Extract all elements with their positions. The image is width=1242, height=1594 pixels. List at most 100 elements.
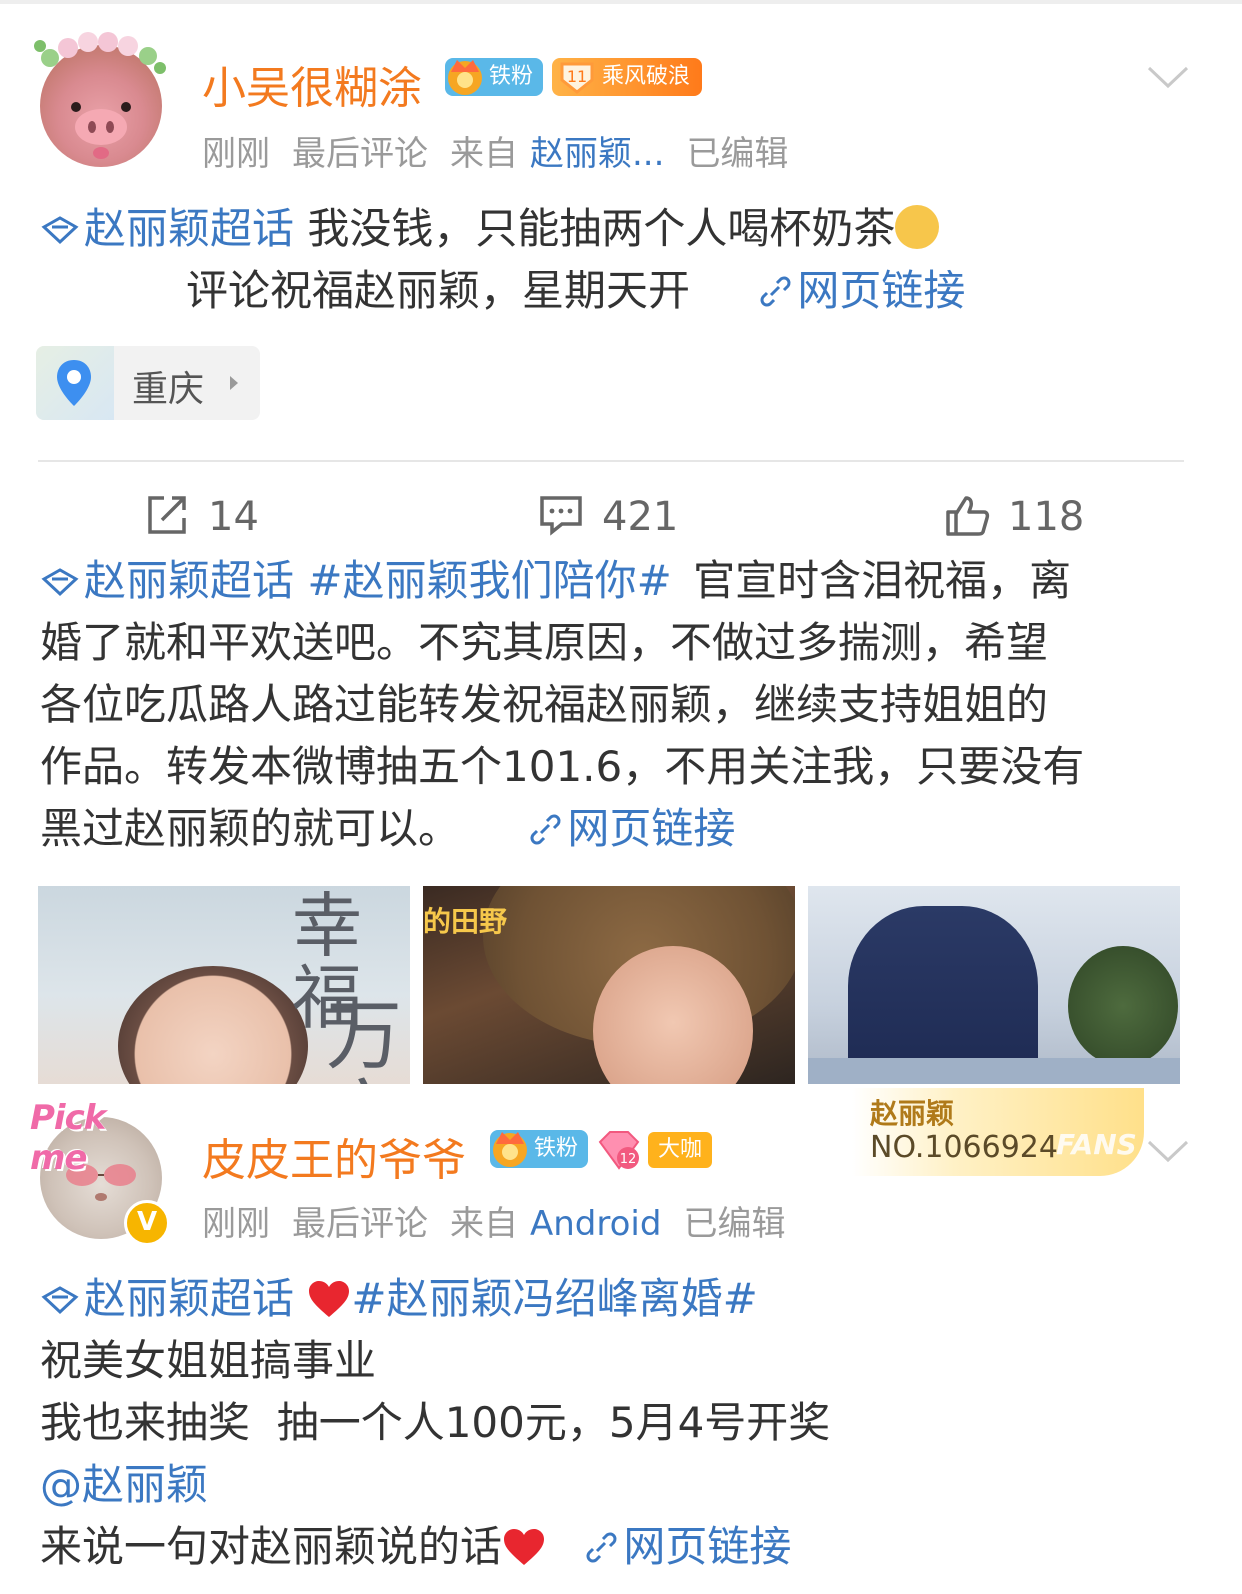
iron-fan-badge[interactable]: 铁粉 — [445, 58, 544, 96]
diamond-level-icon[interactable]: 12 — [596, 1128, 642, 1172]
comment-count: 421 — [602, 494, 679, 540]
post-image-3[interactable] — [808, 886, 1180, 1084]
share-icon — [148, 496, 186, 534]
super-topic-icon — [41, 568, 79, 597]
topic-label: 赵丽颖超话 — [84, 556, 295, 605]
web-link-label: 网页链接 — [797, 266, 966, 315]
like-count: 118 — [1008, 494, 1085, 540]
divider — [38, 460, 1184, 462]
heart-emoji-icon — [504, 1529, 545, 1565]
username[interactable]: 小吴很糊涂 — [202, 52, 422, 116]
mention-link[interactable]: @赵丽颖 — [40, 1454, 830, 1516]
fans-card[interactable]: 赵丽颖 NO.1066924 FANS — [852, 1088, 1144, 1176]
super-topic-icon — [41, 1286, 79, 1315]
poster-title-bottom: 万家 — [326, 991, 402, 1085]
fan-badge-label: 铁粉 — [534, 1136, 579, 1161]
wave-level: 11 — [567, 67, 587, 86]
post-source-link[interactable]: Android — [530, 1204, 661, 1244]
post-line: 作品。转发本微博抽五个101.6，不用关注我，只要没有 — [40, 742, 1085, 791]
post-edited: 已编辑 — [686, 134, 789, 174]
web-link[interactable]: 网页链接 — [583, 1522, 791, 1571]
post-line: 婚了就和平欢送吧。不究其原因，不做过多揣测，希望 — [40, 618, 1049, 667]
post-text-line: 赵丽颖超话 我没钱，只能抽两个人喝杯奶茶 — [40, 198, 940, 260]
username[interactable]: 皮皮王的爷爷 — [202, 1124, 466, 1188]
crown-icon — [493, 1132, 527, 1167]
topic-link[interactable]: 赵丽颖超话 — [40, 204, 294, 253]
post-image-1[interactable]: 幸福 万家 — [38, 886, 410, 1084]
location-name: 重庆 — [132, 369, 205, 410]
crown-icon — [448, 60, 482, 95]
topic-link[interactable]: 赵丽颖超话 — [40, 1274, 294, 1323]
chevron-down-icon[interactable] — [1146, 64, 1190, 90]
post-text-line: 黑过赵丽颖的就可以。 网页链接 — [40, 798, 1084, 860]
post-text-line: 赵丽颖超话 #赵丽颖我们陪你# 官宣时含泪祝福，离 — [40, 550, 1084, 612]
post-line: 各位吃瓜路人路过能转发祝福赵丽颖，继续支持姐姐的 — [40, 680, 1049, 729]
portrait-shape — [118, 966, 308, 1084]
link-icon — [760, 276, 791, 307]
post-text-line: 来说一句对赵丽颖说的话 网页链接 — [40, 1516, 830, 1578]
fans-card-number: NO.1066924 — [870, 1130, 1058, 1165]
post-line: 来说一句对赵丽颖说的话 — [40, 1522, 503, 1571]
post-text-line: 评论祝福赵丽颖，星期天开 网页链接 — [186, 260, 965, 322]
heart-emoji-icon — [309, 1281, 350, 1317]
chevron-right-icon — [230, 376, 238, 390]
fans-card-watermark: FANS — [1056, 1128, 1137, 1161]
plant-shape — [1068, 946, 1178, 1066]
top-border — [0, 0, 1242, 4]
gem-level: 12 — [620, 1152, 637, 1167]
comment-button[interactable]: 421 — [538, 492, 678, 544]
wave-badge-label: 乘风破浪 — [602, 64, 691, 89]
desk-shape — [808, 1058, 1180, 1084]
level-shield-icon: 11 — [560, 62, 594, 94]
post-meta: 刚刚 最后评论 来自 赵丽颖... 已编辑 — [202, 126, 810, 175]
hashtag-link[interactable]: #赵丽颖我们陪你# — [307, 556, 671, 605]
post-time: 刚刚 — [202, 1204, 270, 1244]
post-line: 我也来抽奖 抽一个人100元，5月4号开奖 — [40, 1398, 831, 1447]
location-tag[interactable]: 重庆 — [36, 346, 260, 420]
chevron-down-icon[interactable] — [1146, 1138, 1190, 1164]
super-topic-icon — [41, 216, 79, 245]
verified-badge: V — [124, 1200, 170, 1246]
fan-badge-label: 铁粉 — [489, 64, 534, 89]
flower-crown-icon — [34, 32, 166, 74]
post-activity: 最后评论 — [292, 1204, 428, 1244]
post-from-prefix: 来自 — [450, 134, 518, 174]
web-link[interactable]: 网页链接 — [527, 804, 735, 853]
post-image-2[interactable]: 的田野 — [423, 886, 795, 1084]
fans-card-name: 赵丽颖 — [870, 1097, 955, 1130]
topic-link[interactable]: 赵丽颖超话 — [40, 556, 294, 605]
location-pin-icon — [57, 360, 91, 406]
post-line: 官宣时含泪祝福，离 — [693, 556, 1072, 605]
post-line-1: 我没钱，只能抽两个人喝杯奶茶 — [307, 204, 896, 253]
topic-label: 赵丽颖超话 — [84, 204, 295, 253]
post-text-block: 赵丽颖超话 #赵丽颖我们陪你# 官宣时含泪祝福，离 婚了就和平欢送吧。不究其原因… — [40, 550, 1084, 860]
post-text-line: 赵丽颖超话 #赵丽颖冯绍峰离婚# — [40, 1268, 830, 1330]
post-text-block: 赵丽颖超话 #赵丽颖冯绍峰离婚# 祝美女姐姐搞事业 我也来抽奖 抽一个人100元… — [40, 1268, 830, 1578]
doge-emoji-icon — [895, 205, 940, 249]
post-line-2: 评论祝福赵丽颖，星期天开 — [186, 266, 691, 315]
rank-badge[interactable]: 大咖 — [648, 1132, 713, 1168]
poster-tag: 的田野 — [423, 905, 508, 938]
iron-fan-badge[interactable]: 铁粉 — [490, 1130, 589, 1168]
post-line: 黑过赵丽颖的就可以。 — [40, 804, 461, 853]
web-link[interactable]: 网页链接 — [757, 266, 965, 315]
topic-label: 赵丽颖超话 — [84, 1274, 295, 1323]
thumbs-up-icon — [946, 496, 990, 536]
post-time: 刚刚 — [202, 134, 270, 174]
post-activity: 最后评论 — [292, 134, 428, 174]
like-button[interactable]: 118 — [944, 492, 1084, 544]
post-meta: 刚刚 最后评论 来自 Android 已编辑 — [202, 1196, 807, 1245]
post-line: 祝美女姐姐搞事业 — [40, 1336, 377, 1385]
web-link-label: 网页链接 — [567, 804, 736, 853]
wave-badge[interactable]: 11 乘风破浪 — [552, 58, 703, 96]
post-from-prefix: 来自 — [450, 1204, 518, 1244]
share-count: 14 — [208, 494, 259, 540]
link-icon — [586, 1532, 617, 1563]
post-edited: 已编辑 — [683, 1204, 786, 1244]
share-button[interactable]: 14 — [144, 492, 259, 544]
avatar-sticker-text: Pick me — [30, 1098, 106, 1178]
web-link-label: 网页链接 — [623, 1522, 792, 1571]
comment-icon — [540, 496, 582, 536]
hashtag-link[interactable]: #赵丽颖冯绍峰离婚# — [351, 1274, 757, 1323]
post-source-link[interactable]: 赵丽颖... — [530, 134, 664, 174]
